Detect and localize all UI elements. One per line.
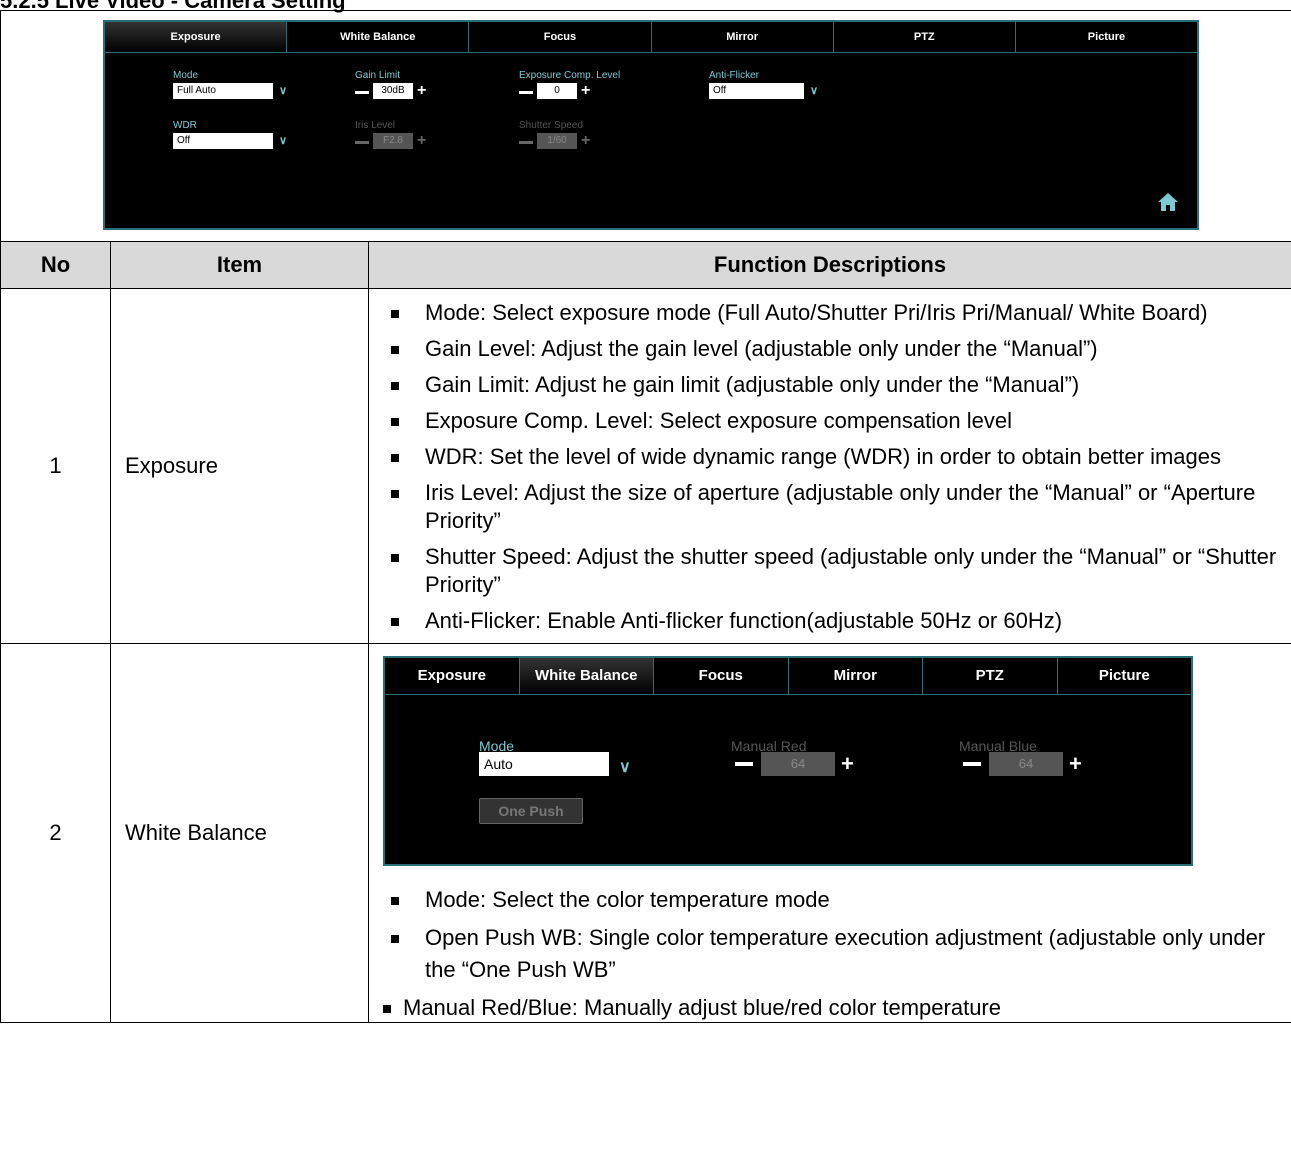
tab-picture[interactable]: Picture [1014, 22, 1197, 52]
list-item: Mode: Select the color temperature mode [369, 886, 1283, 914]
shutter-speed-label: Shutter Speed [519, 120, 583, 131]
minus-icon [355, 141, 369, 144]
minus-icon[interactable] [735, 762, 753, 766]
bullet-icon [391, 346, 399, 354]
white-balance-bullet-list: Mode: Select the color temperature mode … [369, 886, 1283, 1022]
exposure-comp-label: Exposure Comp. Level [519, 70, 621, 81]
one-push-button: One Push [479, 798, 583, 824]
list-item: Anti-Flicker: Enable Anti-flicker functi… [369, 607, 1283, 635]
header-row: No Item Function Descriptions [0, 241, 1291, 289]
row-no: 1 [0, 288, 111, 644]
home-icon[interactable] [1157, 192, 1179, 212]
header-no: No [0, 241, 111, 289]
list-item: Exposure Comp. Level: Select exposure co… [369, 407, 1283, 435]
list-item: Manual Red/Blue: Manually adjust blue/re… [369, 994, 1283, 1022]
settings-tabs: Exposure White Balance Focus Mirror PTZ … [385, 658, 1191, 695]
bullet-icon [391, 310, 399, 318]
table-row: 1 Exposure Mode: Select exposure mode (F… [0, 288, 1291, 644]
minus-icon [519, 141, 533, 144]
list-item: Gain Limit: Adjust he gain limit (adjust… [369, 371, 1283, 399]
row-no: 2 [0, 643, 111, 1023]
gain-limit-value: 30dB [373, 83, 413, 99]
chevron-down-icon[interactable]: ∨ [279, 84, 287, 97]
exposure-bullet-list: Mode: Select exposure mode (Full Auto/Sh… [369, 299, 1283, 635]
plus-icon: + [581, 132, 591, 149]
chevron-down-icon[interactable]: ∨ [810, 84, 818, 97]
bullet-icon [383, 1005, 391, 1013]
list-item: Iris Level: Adjust the size of aperture … [369, 479, 1283, 535]
wdr-label: WDR [173, 120, 197, 131]
gain-limit-label: Gain Limit [355, 70, 401, 81]
tab-ptz[interactable]: PTZ [922, 658, 1057, 694]
tab-focus[interactable]: Focus [468, 22, 650, 52]
row-item: Exposure [110, 288, 369, 644]
screenshot-row: Exposure White Balance Focus Mirror PTZ … [0, 10, 1291, 242]
list-item: Gain Level: Adjust the gain level (adjus… [369, 335, 1283, 363]
mode-select[interactable]: Full Auto [173, 83, 273, 99]
list-item: Mode: Select exposure mode (Full Auto/Sh… [369, 299, 1283, 327]
minus-icon[interactable] [519, 91, 533, 94]
list-item: Open Push WB: Single color temperature e… [369, 922, 1283, 986]
plus-icon[interactable]: + [1069, 752, 1082, 776]
tab-ptz[interactable]: PTZ [832, 22, 1015, 52]
manual-blue-value: 64 [989, 752, 1063, 776]
tab-mirror[interactable]: Mirror [787, 658, 923, 694]
mode-label: Mode [173, 70, 199, 81]
minus-icon[interactable] [355, 91, 369, 94]
list-item: WDR: Set the level of wide dynamic range… [369, 443, 1283, 471]
chevron-down-icon[interactable]: ∨ [279, 134, 287, 147]
anti-flicker-select[interactable]: Off [709, 83, 804, 99]
bullet-icon [391, 897, 399, 905]
tab-exposure[interactable]: Exposure [385, 658, 519, 694]
tab-white-balance[interactable]: White Balance [286, 22, 468, 52]
iris-level-value: F2.8 [373, 133, 413, 149]
mode-select[interactable]: Auto [479, 752, 609, 776]
white-balance-settings-panel: Exposure White Balance Focus Mirror PTZ … [383, 656, 1193, 866]
tab-focus[interactable]: Focus [653, 658, 788, 694]
plus-icon[interactable]: + [417, 83, 426, 99]
plus-icon: + [417, 132, 427, 149]
bullet-icon [391, 935, 399, 943]
bullet-icon [391, 618, 399, 626]
header-item: Item [110, 241, 369, 289]
bullet-icon [391, 454, 399, 462]
row-item: White Balance [110, 643, 369, 1023]
plus-icon[interactable]: + [581, 83, 590, 99]
tab-picture[interactable]: Picture [1056, 658, 1192, 694]
header-function-descriptions: Function Descriptions [367, 241, 1291, 289]
settings-tabs: Exposure White Balance Focus Mirror PTZ … [105, 22, 1197, 53]
bullet-icon [391, 382, 399, 390]
minus-icon[interactable] [963, 762, 981, 766]
function-table: Exposure White Balance Focus Mirror PTZ … [0, 10, 1291, 1023]
shutter-speed-value: 1/60 [537, 133, 577, 149]
chevron-down-icon[interactable]: ∨ [619, 754, 631, 782]
list-item: Shutter Speed: Adjust the shutter speed … [369, 543, 1283, 599]
manual-red-value: 64 [761, 752, 835, 776]
exposure-settings-panel: Exposure White Balance Focus Mirror PTZ … [103, 20, 1199, 230]
tab-exposure[interactable]: Exposure [105, 22, 287, 52]
bullet-icon [391, 490, 399, 498]
bullet-icon [391, 418, 399, 426]
bullet-icon [391, 554, 399, 562]
iris-level-label: Iris Level [355, 120, 396, 131]
exposure-comp-value: 0 [537, 83, 577, 99]
wdr-select[interactable]: Off [173, 133, 273, 149]
anti-flicker-label: Anti-Flicker [709, 70, 760, 81]
tab-mirror[interactable]: Mirror [650, 22, 833, 52]
tab-white-balance[interactable]: White Balance [518, 658, 653, 694]
table-row: 2 White Balance Exposure White Balance F… [0, 643, 1291, 1023]
plus-icon[interactable]: + [841, 752, 854, 776]
